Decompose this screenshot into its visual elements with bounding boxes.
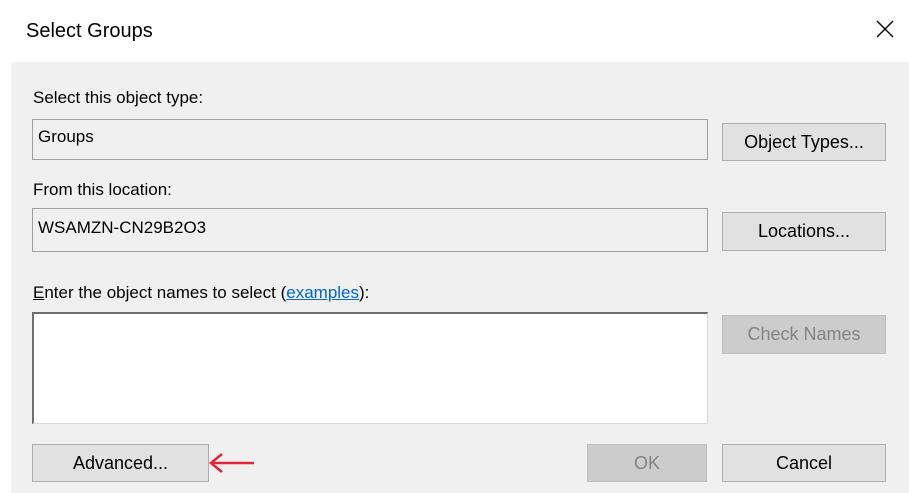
cancel-button[interactable]: Cancel xyxy=(722,444,886,482)
close-icon xyxy=(876,20,894,38)
examples-link[interactable]: examples xyxy=(286,283,359,302)
dialog-titlebar: Select Groups xyxy=(0,0,909,62)
location-field: WSAMZN-CN29B2O3 xyxy=(32,208,708,252)
locations-button[interactable]: Locations... xyxy=(722,212,886,251)
check-names-button[interactable]: Check Names xyxy=(722,315,886,354)
advanced-button[interactable]: Advanced... xyxy=(32,444,209,482)
object-types-button[interactable]: Object Types... xyxy=(722,123,886,161)
location-label: From this location: xyxy=(33,180,172,199)
object-names-input[interactable] xyxy=(34,314,707,423)
object-names-label: Enter the object names to select (exampl… xyxy=(33,283,369,303)
object-names-label-text: Enter the object names to select ( xyxy=(33,283,287,302)
dialog-title: Select Groups xyxy=(26,20,153,42)
object-names-input-box[interactable] xyxy=(32,312,708,424)
left-arrow-icon xyxy=(209,453,254,473)
object-names-label-suffix: ): xyxy=(359,283,370,302)
object-type-field: Groups xyxy=(32,119,708,160)
object-type-label: Select this object type: xyxy=(33,88,204,107)
ok-button[interactable]: OK xyxy=(587,444,707,482)
close-button[interactable] xyxy=(870,14,900,44)
